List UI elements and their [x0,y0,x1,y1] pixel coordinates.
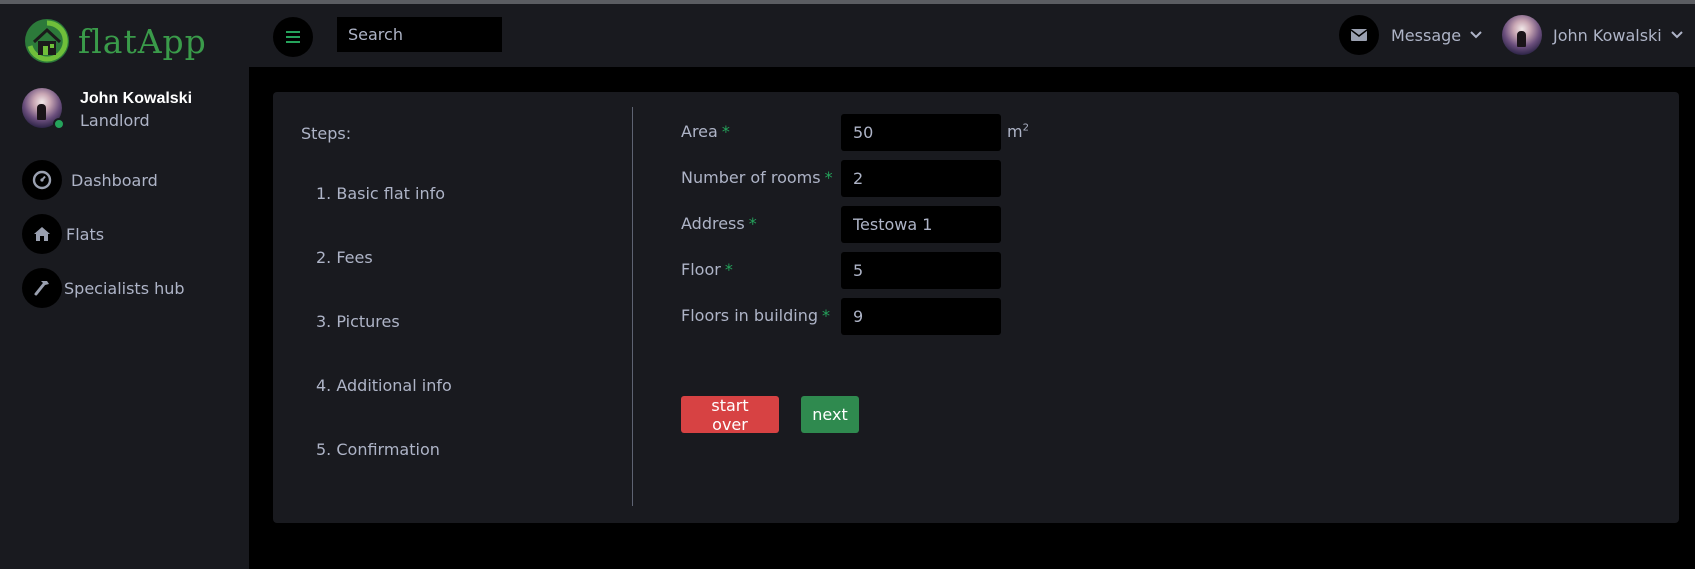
address-label: Address * [681,214,757,233]
area-label: Area * [681,122,730,141]
step-pictures[interactable]: 3. Pictures [316,312,400,331]
next-button[interactable]: next [801,396,859,433]
required-mark: * [824,168,833,187]
required-mark: * [821,306,830,325]
sidebar-item-flats[interactable]: Flats [22,213,185,255]
start-over-button[interactable]: start over [681,396,779,434]
chevron-down-icon [1671,31,1683,39]
sidebar-item-label: Specialists hub [64,278,185,298]
sidebar-user-card[interactable]: John Kowalski Landlord [22,88,192,130]
steps-list: Steps: 1. Basic flat info 2. Fees 3. Pic… [301,124,452,459]
steps-divider [632,107,633,506]
avatar [1502,15,1542,55]
add-flat-card: Steps: 1. Basic flat info 2. Fees 3. Pic… [273,92,1679,523]
step-basic-flat-info[interactable]: 1. Basic flat info [316,184,445,203]
sidebar-item-label: Dashboard [71,170,158,190]
user-name: John Kowalski [80,90,193,107]
sidebar-nav: Dashboard Flats Specialists hub [22,159,185,321]
user-info: John Kowalski Landlord [80,90,192,130]
header-user-name: John Kowalski [1553,25,1662,45]
avatar-figure [1517,31,1526,47]
gauge-icon [22,160,62,200]
home-icon [22,214,62,254]
hammer-icon [22,268,62,308]
floors-in-building-label: Floors in building * [681,306,830,325]
user-menu-dropdown[interactable]: John Kowalski [1502,15,1683,55]
top-header: Message John Kowalski [249,4,1695,67]
sidebar-item-dashboard[interactable]: Dashboard [22,159,185,201]
avatar [22,88,65,130]
rooms-label: Number of rooms * [681,168,833,187]
online-status-dot [53,118,65,130]
sidebar-item-label: Flats [66,224,105,244]
chevron-down-icon [1470,31,1482,39]
required-mark: * [724,260,733,279]
hamburger-icon [286,31,300,43]
floor-input[interactable] [841,252,1001,289]
avatar-figure [37,104,46,120]
envelope-icon [1339,15,1379,55]
required-mark: * [721,122,730,141]
sidebar-item-specialists-hub[interactable]: Specialists hub [22,267,185,309]
message-dropdown[interactable]: Message [1339,15,1482,55]
step-confirmation[interactable]: 5. Confirmation [316,440,440,459]
step-additional-info[interactable]: 4. Additional info [316,376,452,395]
address-input[interactable] [841,206,1001,243]
house-logo-icon [22,16,72,66]
user-role: Landlord [80,111,150,130]
area-unit: m2 [1007,122,1029,141]
app-logo[interactable]: flatApp [22,16,207,66]
rooms-input[interactable] [841,160,1001,197]
area-input[interactable] [841,114,1001,151]
sidebar: flatApp John Kowalski Landlord Dashboard [0,4,249,569]
search-input[interactable] [337,17,502,52]
message-label: Message [1391,25,1462,45]
steps-title: Steps: [301,124,352,143]
required-mark: * [748,214,757,233]
app-name: flatApp [78,21,207,61]
menu-toggle-button[interactable] [273,17,313,57]
floors-in-building-input[interactable] [841,298,1001,335]
step-fees[interactable]: 2. Fees [316,248,373,267]
floor-label: Floor * [681,260,733,279]
